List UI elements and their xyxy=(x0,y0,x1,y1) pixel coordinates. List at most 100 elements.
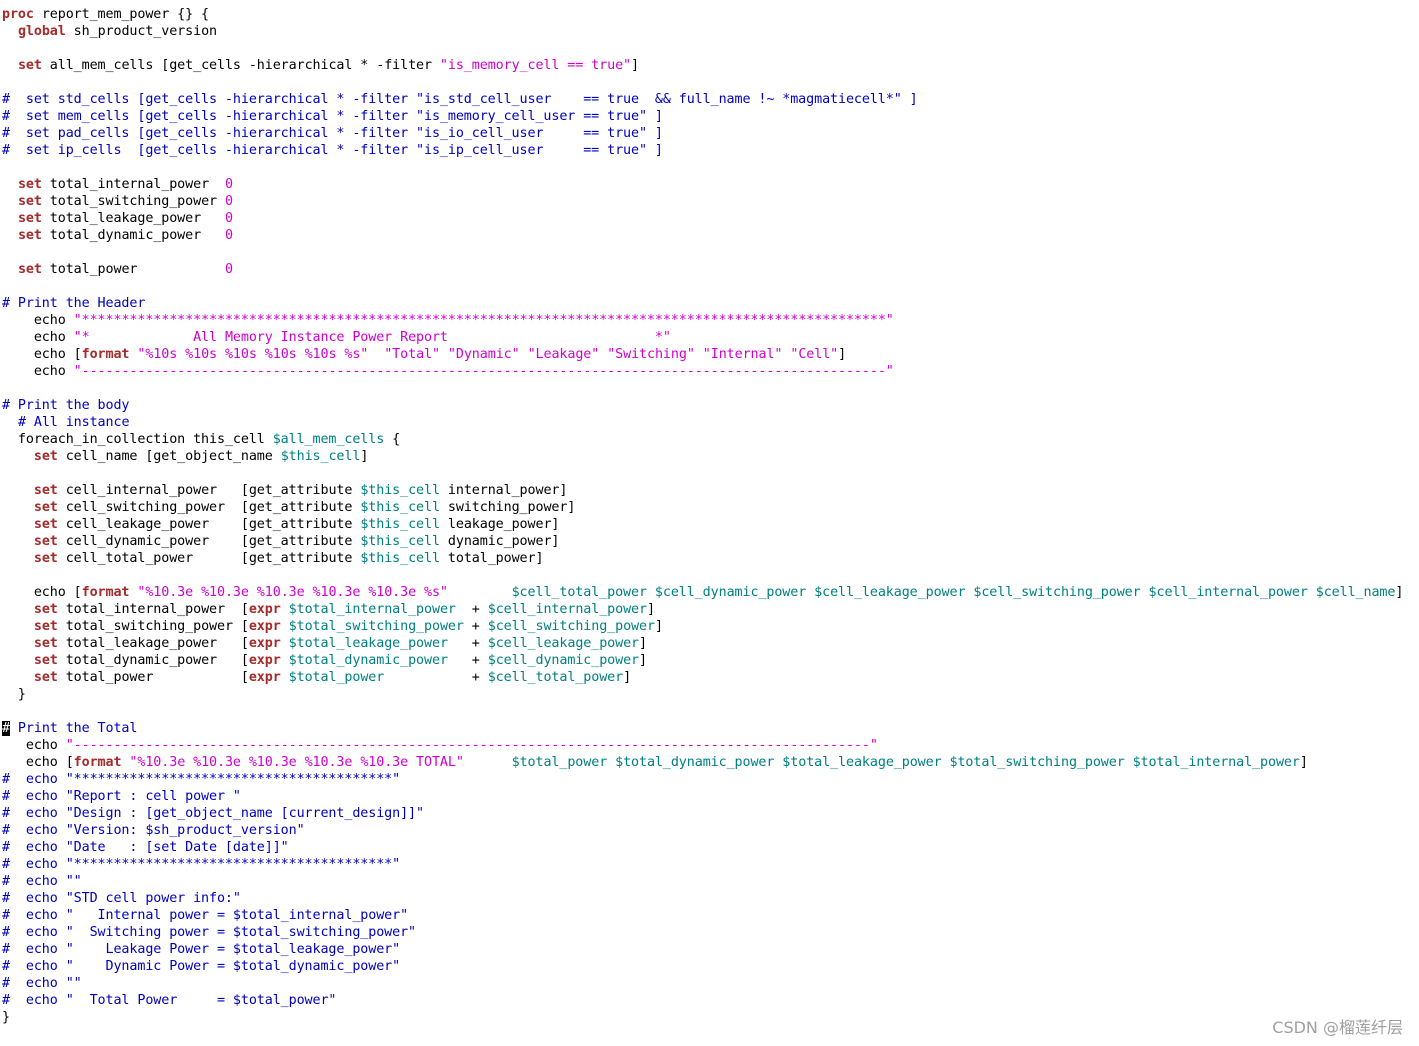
code-line: set total_dynamic_power [expr $total_dyn… xyxy=(2,652,1403,669)
code-line: # echo "Design : [get_object_name [curre… xyxy=(2,805,1403,822)
comment-token: # echo "Report : cell power " xyxy=(2,789,241,804)
keyword-token: set xyxy=(33,449,58,464)
code-text: total_dynamic_power [ xyxy=(57,653,249,668)
comment-token: # set pad_cells [get_cells -hierarchical… xyxy=(2,126,663,141)
code-text: report_mem_power {} { xyxy=(33,7,210,22)
comment-token: # All instance xyxy=(17,415,130,430)
code-text: internal_power] xyxy=(439,483,568,498)
code-text: total_internal_power [ xyxy=(57,602,249,617)
keyword-token: set xyxy=(17,211,42,226)
comment-token: # echo " Dynamic Power = $total_dynamic_… xyxy=(2,959,401,974)
code-line: # echo " Leakage Power = $total_leakage_… xyxy=(2,941,1403,958)
string-token: "Total" xyxy=(384,347,440,362)
code-line: echo "**********************************… xyxy=(2,312,1403,329)
comment-token: # echo " Leakage Power = $total_leakage_… xyxy=(2,942,401,957)
keyword-token: format xyxy=(81,585,130,600)
code-line: set total_leakage_power [expr $total_lea… xyxy=(2,635,1403,652)
code-text: ] xyxy=(639,636,647,651)
variable-token: $all_mem_cells xyxy=(272,432,385,447)
keyword-token: set xyxy=(17,228,42,243)
code-text: dynamic_power] xyxy=(439,534,560,549)
code-text: ] xyxy=(654,619,663,634)
comment-token: # echo "Version: $sh_product_version" xyxy=(2,823,305,838)
variable-token: $this_cell xyxy=(360,483,440,498)
code-text: + xyxy=(384,670,488,685)
text-cursor: # xyxy=(2,721,10,736)
code-line: # echo " Total Power = $total_power" xyxy=(2,992,1403,1009)
code-editor[interactable]: proc report_mem_power {} { global sh_pro… xyxy=(2,6,1403,1026)
code-line: # set std_cells [get_cells -hierarchical… xyxy=(2,91,1403,108)
variable-token: $total_leakage_power xyxy=(288,636,448,651)
comment-token: # echo "" xyxy=(2,874,82,889)
code-line: # set pad_cells [get_cells -hierarchical… xyxy=(2,125,1403,142)
code-line: # echo "********************************… xyxy=(2,856,1403,873)
code-text: total_dynamic_power xyxy=(41,228,225,243)
keyword-token: set xyxy=(17,194,42,209)
variable-token: $cell_dynamic_power xyxy=(487,653,640,668)
code-line: proc report_mem_power {} { xyxy=(2,6,1403,23)
code-text: ] xyxy=(1395,585,1404,600)
string-token: "%10.3e %10.3e %10.3e %10.3e %10.3e TOTA… xyxy=(129,755,464,770)
string-token: "Dynamic" xyxy=(447,347,520,362)
code-text: echo xyxy=(2,330,74,345)
code-text: } xyxy=(2,687,26,702)
keyword-token: format xyxy=(73,755,122,770)
variable-token: $total_switching_power xyxy=(288,619,464,634)
variable-token: $this_cell xyxy=(360,517,440,532)
code-text: echo xyxy=(2,364,74,379)
string-token: "Internal" xyxy=(702,347,783,362)
comment-token: # echo "********************************… xyxy=(2,772,401,787)
string-token: "Leakage" xyxy=(527,347,600,362)
keyword-token: set xyxy=(17,177,42,192)
code-text: cell_switching_power [get_attribute xyxy=(57,500,361,515)
number-token: 0 xyxy=(224,177,233,192)
keyword-token: expr xyxy=(248,653,281,668)
code-text: switching_power] xyxy=(439,500,576,515)
code-text: + xyxy=(455,602,488,617)
code-line: # Print the body xyxy=(2,397,1403,414)
code-line: set total_leakage_power 0 xyxy=(2,210,1403,227)
keyword-token: expr xyxy=(248,636,281,651)
comment-token: # set std_cells [get_cells -hierarchical… xyxy=(2,92,918,107)
variable-token: $cell_total_power xyxy=(487,670,624,685)
string-token: "Switching" xyxy=(607,347,695,362)
keyword-token: global xyxy=(17,24,66,39)
code-text: cell_internal_power [get_attribute xyxy=(57,483,361,498)
keyword-token: set xyxy=(33,636,58,651)
keyword-token: expr xyxy=(248,670,281,685)
code-line: } xyxy=(2,686,1403,703)
variable-token: $total_power $total_dynamic_power $total… xyxy=(511,755,1300,770)
code-line: set total_internal_power 0 xyxy=(2,176,1403,193)
code-text: total_switching_power [ xyxy=(57,619,249,634)
string-token: "is_memory_cell == true" xyxy=(439,58,632,73)
keyword-token: set xyxy=(33,517,58,532)
number-token: 0 xyxy=(224,228,233,243)
code-line: echo [format "%10s %10s %10s %10s %10s %… xyxy=(2,346,1403,363)
variable-token: $cell_internal_power xyxy=(487,602,647,617)
code-line: # echo "Date : [set Date [date]]" xyxy=(2,839,1403,856)
code-text: + xyxy=(447,636,488,651)
string-token: "Cell" xyxy=(790,347,839,362)
keyword-token: set xyxy=(33,483,58,498)
code-text: all_mem_cells [get_cells -hierarchical *… xyxy=(41,58,440,73)
comment-token: Print the Total xyxy=(9,721,138,736)
code-line: # echo "" xyxy=(2,975,1403,992)
